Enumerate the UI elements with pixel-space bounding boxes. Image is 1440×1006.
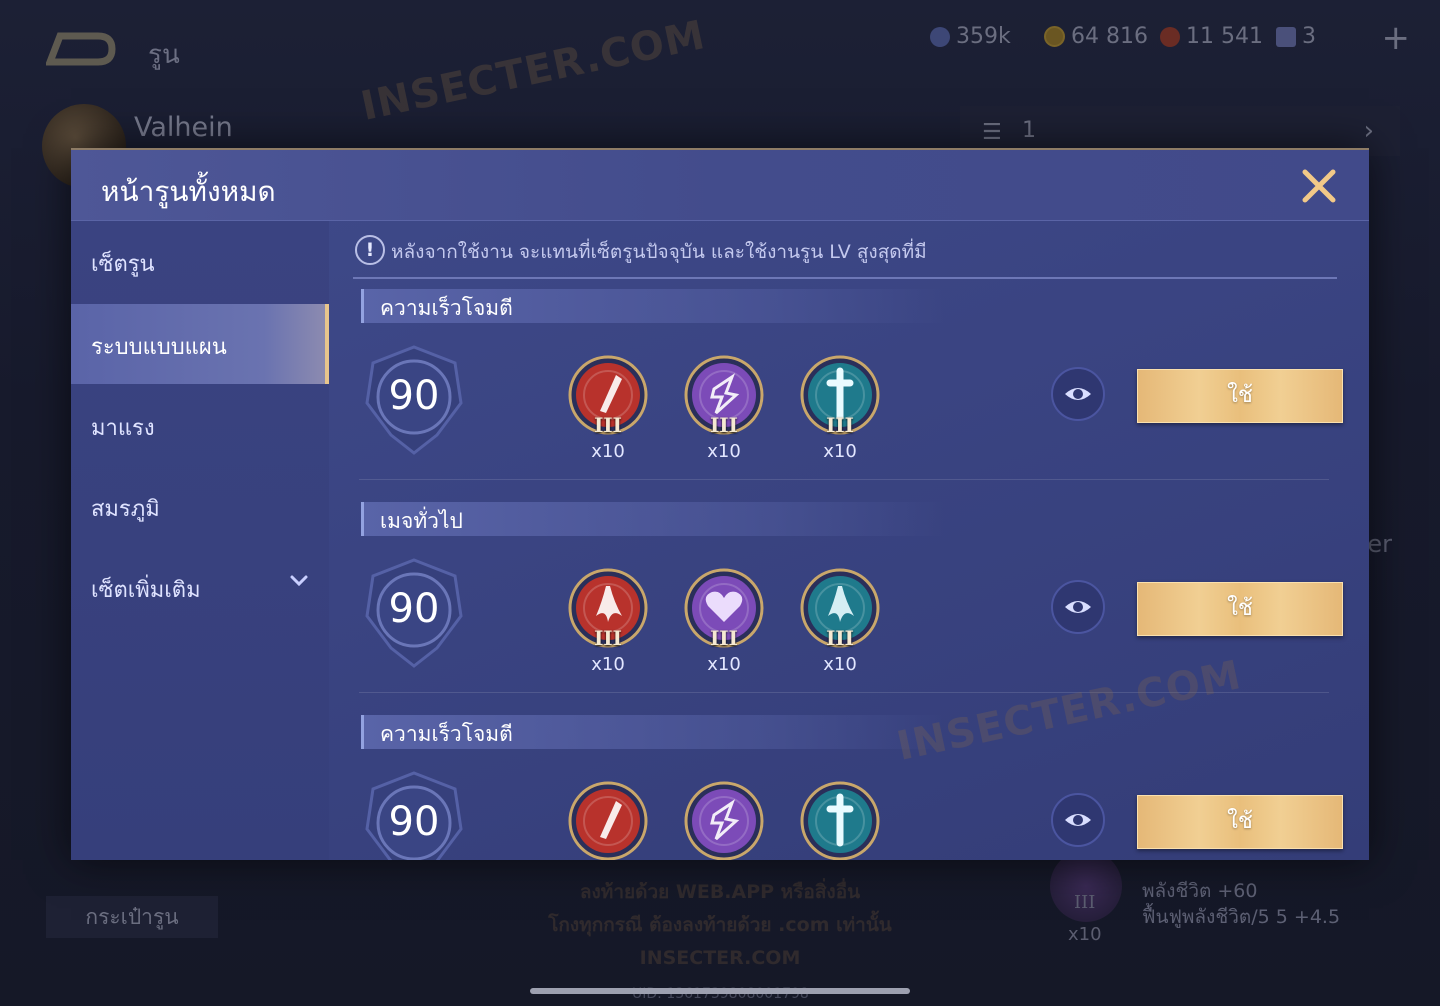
rune-set: ความเร็วโจมตี 90 III x10 III x10 III x10 ใช้ [329, 289, 1369, 499]
currency-value: 3 [1302, 24, 1316, 49]
home-indicator[interactable] [530, 988, 910, 994]
rune-slot[interactable] [565, 781, 651, 860]
exclamation-icon: ! [355, 235, 385, 265]
divider [359, 479, 1329, 480]
currency-voucher: 11 541 [1160, 24, 1263, 49]
hero-name: Valhein [134, 112, 233, 143]
rune-set: ความเร็วโจมตี 90 ใช้ [329, 715, 1369, 860]
rune-pages-modal: หน้ารูนทั้งหมด เซ็ตรูน ระบบแบบแผน มาแรง … [71, 148, 1369, 860]
set-title: ความเร็วโจมตี [380, 722, 513, 746]
set-level: 90 [388, 373, 440, 419]
rune-count: x10 [707, 441, 741, 462]
back-arrow-icon[interactable] [46, 30, 116, 66]
rune-bag-button[interactable]: กระเป๋ารูน [46, 896, 218, 938]
currency-gold: 64 816 [1044, 24, 1148, 49]
sidebar-item-rune-sets[interactable]: เซ็ตรูน [71, 221, 329, 301]
list-icon: ☰ [982, 120, 1002, 145]
sidebar-item-system-presets[interactable]: ระบบแบบแผน [71, 304, 329, 384]
modal-header: หน้ารูนทั้งหมด [71, 150, 1369, 221]
sidebar-item-label: เซ็ตเพิ่มเติม [91, 578, 201, 603]
page-title: รูน [148, 40, 180, 70]
rune-count: x10 [591, 441, 625, 462]
rune-count: x10 [823, 441, 857, 462]
rune-level: III [1074, 892, 1096, 913]
sidebar-item-trending[interactable]: มาแรง [71, 385, 329, 465]
eye-icon [1065, 814, 1091, 826]
watermark-text: ลงท้ายด้วย WEB.APP หรือสิ่งอื่น โกงทุกกร… [480, 876, 960, 975]
add-currency-button[interactable]: + [1382, 18, 1411, 58]
gold-coin-icon [1044, 26, 1065, 47]
rune-slot[interactable] [681, 781, 767, 860]
rune-level: III [709, 626, 739, 650]
sidebar-item-label: ระบบแบบแผน [91, 335, 227, 360]
set-title-bar: ความเร็วโจมตี [361, 715, 944, 749]
set-title: ความเร็วโจมตี [380, 296, 513, 320]
rune-count: x10 [707, 654, 741, 675]
rune-sets-content: ! หลังจากใช้งาน จะแทนที่เซ็ตรูนปัจจุบัน … [329, 221, 1369, 860]
watermark-line: INSECTER.COM [639, 947, 801, 969]
notice-banner: ! หลังจากใช้งาน จะแทนที่เซ็ตรูนปัจจุบัน … [353, 231, 1337, 279]
set-title-bar: ความเร็วโจมตี [361, 289, 944, 323]
use-set-button[interactable]: ใช้ [1137, 582, 1343, 636]
set-level: 90 [388, 586, 440, 632]
rune-level: III [593, 413, 623, 437]
rune-slot[interactable] [797, 781, 883, 860]
eye-icon [1065, 601, 1091, 613]
rune-slot[interactable]: III x10 [565, 355, 651, 462]
preview-button[interactable] [1051, 793, 1105, 847]
sidebar-item-label: เซ็ตรูน [91, 252, 155, 277]
sidebar-item-label: สมรภูมิ [91, 497, 160, 522]
currency-diamond: 359k [930, 24, 1011, 49]
category-sidebar: เซ็ตรูน ระบบแบบแผน มาแรง สมรภูมิ เซ็ตเพิ… [71, 221, 329, 860]
rune-count: x10 [823, 654, 857, 675]
sidebar-item-more-sets[interactable]: เซ็ตเพิ่มเติม [71, 547, 329, 627]
eye-icon [1065, 388, 1091, 400]
purple-lightning-rune-icon [684, 781, 764, 860]
sidebar-item-battlefield[interactable]: สมรภูมิ [71, 466, 329, 546]
rune-level: III [825, 413, 855, 437]
chevron-right-icon[interactable]: › [1364, 116, 1374, 146]
use-set-button[interactable]: ใช้ [1137, 369, 1343, 423]
rune-level: III [593, 626, 623, 650]
red-blade-rune-icon [568, 781, 648, 860]
rune-level: III [825, 626, 855, 650]
notice-text: หลังจากใช้งาน จะแทนที่เซ็ตรูนปัจจุบัน แล… [391, 241, 927, 263]
watermark-line: ลงท้ายด้วย WEB.APP หรือสิ่งอื่น [579, 881, 861, 903]
teal-sword-rune-icon [800, 781, 880, 860]
currency-rune-fragment: 3 [1276, 24, 1316, 49]
rune-slot[interactable]: III x10 [681, 355, 767, 462]
rune-level: III [709, 413, 739, 437]
rune-slot[interactable]: III x10 [797, 568, 883, 675]
rune-stat: ฟื้นฟูพลังชีวิต/5 5 +4.5 [1142, 906, 1341, 928]
rune-slot[interactable]: III x10 [681, 568, 767, 675]
currency-value: 11 541 [1186, 24, 1263, 49]
close-icon[interactable] [1297, 164, 1341, 208]
watermark-line: โกงทุกกรณี ต้องลงท้ายด้วย .com เท่านั้น [548, 914, 892, 936]
side-text-fragment: er [1367, 530, 1392, 558]
preview-button[interactable] [1051, 580, 1105, 634]
use-set-button[interactable]: ใช้ [1137, 795, 1343, 849]
currency-value: 359k [956, 24, 1011, 49]
set-title: เมจทั่วไป [380, 509, 463, 533]
rune-count: x10 [1068, 924, 1102, 945]
rune-count: x10 [591, 654, 625, 675]
set-level: 90 [388, 799, 440, 845]
modal-title: หน้ารูนทั้งหมด [101, 175, 276, 208]
set-title-bar: เมจทั่วไป [361, 502, 944, 536]
preview-button[interactable] [1051, 367, 1105, 421]
page-number: 1 [1022, 118, 1036, 143]
voucher-icon [1160, 26, 1180, 47]
rune-slot[interactable]: III x10 [797, 355, 883, 462]
diamond-icon [930, 26, 950, 47]
rune-slot[interactable]: III x10 [565, 568, 651, 675]
sidebar-item-label: มาแรง [91, 416, 155, 441]
rune-fragment-icon [1276, 26, 1296, 47]
chevron-down-icon [290, 575, 308, 587]
currency-value: 64 816 [1071, 24, 1148, 49]
